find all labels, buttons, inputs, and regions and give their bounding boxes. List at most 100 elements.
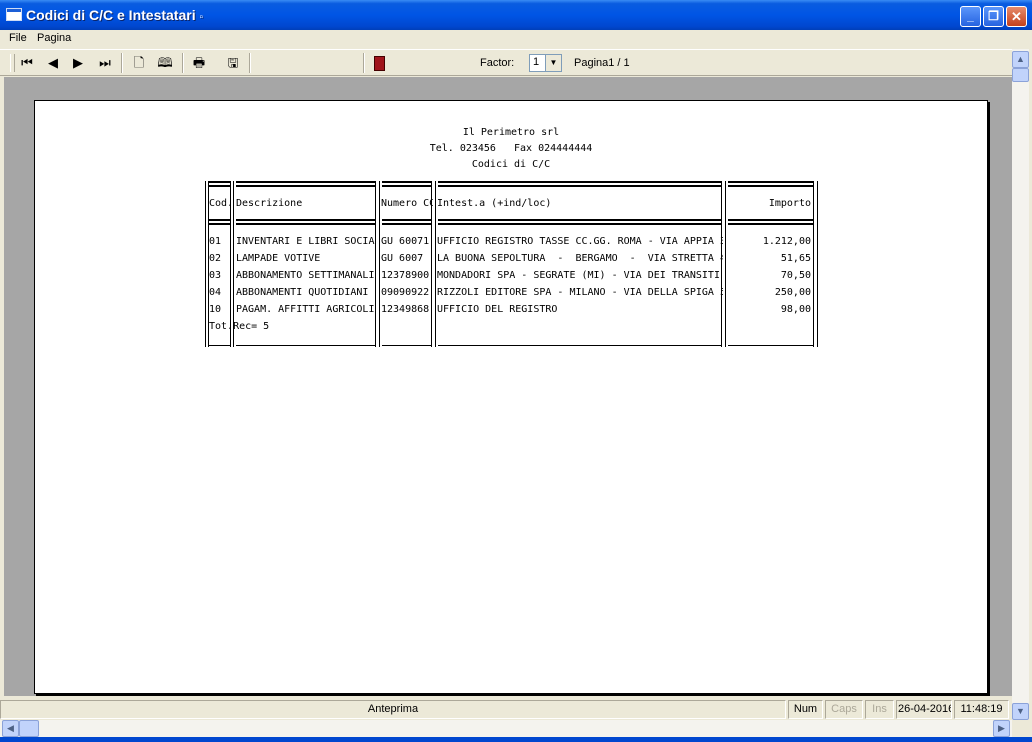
table-bottom-rule [382,345,432,346]
table-cell: 12378900 [381,270,430,281]
next-page-icon[interactable]: ▶ [67,53,89,73]
table-column-header: Cod. [209,198,233,209]
preview-area: Il Perimetro srl Tel. 023456 Fax 0244444… [4,77,1012,696]
table-header-rule [236,219,376,221]
report-contacts: Tel. 023456 Fax 024444444 [429,143,593,154]
status-ins: Ins [865,700,894,719]
table-column-rule [379,181,380,347]
menu-bar: File Pagina [0,30,1032,49]
toolbar-separator [121,53,123,73]
status-date: 26-04-2016 [896,700,952,719]
export-icon[interactable]: 🖫 [222,53,244,73]
table-column-rule [817,181,818,347]
table-cell: ABBONAMENTI QUOTIDIANI [236,287,369,298]
table-bottom-rule [236,345,376,346]
table-header-rule [208,185,230,187]
table-bottom-rule [438,345,722,346]
table-cell: 04 [209,287,222,298]
two-pages-icon[interactable]: 🕮 [154,53,176,73]
chevron-down-icon[interactable]: ▼ [545,55,561,71]
table-header-rule [728,185,814,187]
horizontal-scrollbar[interactable]: ◀ ▶ [0,720,1012,737]
table-header-rule [208,181,230,183]
table-cell: INVENTARI E LIBRI SOCIALI [236,236,376,247]
table-header-rule [728,181,814,183]
report-title: Codici di C/C [471,159,551,170]
page-indicator: Pagina1 / 1 [574,57,630,69]
toolbar-grip[interactable] [10,54,15,72]
table-cell: PAGAM. AFFITTI AGRICOLI [236,304,375,315]
table-bottom-rule [208,345,230,346]
menu-pagina[interactable]: Pagina [37,32,71,44]
table-cell: 09090922 [381,287,430,298]
table-cell: 98,00 [780,304,811,315]
table-cell: UFFICIO DEL REGISTRO [437,304,558,315]
table-column-header: Numero CC [381,198,433,209]
table-cell: 70,50 [780,270,811,281]
table-cell: 1.212,00 [762,236,811,247]
table-cell: GU 60071 [381,236,430,247]
table-cell: 01 [209,236,222,247]
status-num: Num [788,700,823,719]
table-header-rule [382,185,432,187]
scroll-left-button[interactable]: ◀ [2,720,19,737]
previous-page-icon[interactable]: ◀ [42,53,64,73]
toolbar-separator [182,53,184,73]
table-column-header: Descrizione [236,198,303,209]
window-bottom-border [0,737,1032,742]
table-header-rule [208,223,230,225]
table-header-rule [438,219,722,221]
scroll-thumb[interactable] [1012,68,1029,82]
menu-file[interactable]: File [9,32,27,44]
status-caps: Caps [825,700,863,719]
factor-value: 1 [533,56,540,68]
scroll-up-button[interactable]: ▲ [1012,51,1029,68]
first-page-icon[interactable]: ⏮ [16,53,38,73]
exit-door-icon[interactable] [368,53,390,73]
toolbar-separator [249,53,251,73]
table-cell: RIZZOLI EDITORE SPA - MILANO - VIA DELLA… [437,287,723,298]
report-table: Cod. Descrizione Numero CC Intest.a (+ind/l… [205,181,818,347]
last-page-icon[interactable]: ⏭ [94,53,116,73]
table-column-header: Intest.a (+ind/loc) [437,198,552,209]
status-bar: Anteprima Num Caps Ins 26-04-2016 11:48:… [0,699,1012,720]
printer-icon[interactable]: 🖶 [188,53,210,73]
scroll-down-button[interactable]: ▼ [1012,703,1029,720]
table-header-rule [236,181,376,183]
table-cell: MONDADORI SPA - SEGRATE (MI) - VIA DEI T… [437,270,723,281]
vertical-scrollbar[interactable]: ▲ ▼ [1012,49,1029,720]
table-header-rule [438,223,722,225]
table-column-rule [205,181,206,347]
table-column-rule [435,181,436,347]
table-cell: 03 [209,270,222,281]
table-column-rule [725,181,726,347]
table-cell: 10 [209,304,222,315]
scroll-right-button[interactable]: ▶ [993,720,1010,737]
horizontal-scroll-thumb[interactable] [19,720,39,737]
status-mode: Anteprima [0,700,786,719]
table-cell: ABBONAMENTO SETTIMANALI [236,270,375,281]
table-header-rule [382,219,432,221]
table-cell: 51,65 [780,253,811,264]
table-column-rule [813,181,814,347]
single-page-icon[interactable]: 🗋 [128,53,150,73]
table-header-rule [438,185,722,187]
table-column-header: Importo [768,198,811,209]
minimize-button[interactable]: _ [960,6,981,27]
table-cell: 12349868 [381,304,430,315]
table-cell: GU 6007 [381,253,424,264]
window-title: Codici di C/C e Intestatari ▫ [26,7,204,23]
table-cell: 02 [209,253,222,264]
table-header-rule [438,181,722,183]
total-records: Tot.Rec= 5 [209,321,270,332]
table-header-rule [382,223,432,225]
table-header-rule [382,181,432,183]
factor-select[interactable]: 1 ▼ [529,54,562,72]
report-company: Il Perimetro srl [462,127,560,138]
application-window: Codici di C/C e Intestatari ▫ _ ❐ ✕ File… [0,0,1032,742]
table-header-rule [236,185,376,187]
table-header-rule [208,219,230,221]
close-button[interactable]: ✕ [1006,6,1027,27]
table-header-rule [236,223,376,225]
restore-button[interactable]: ❐ [983,6,1004,27]
